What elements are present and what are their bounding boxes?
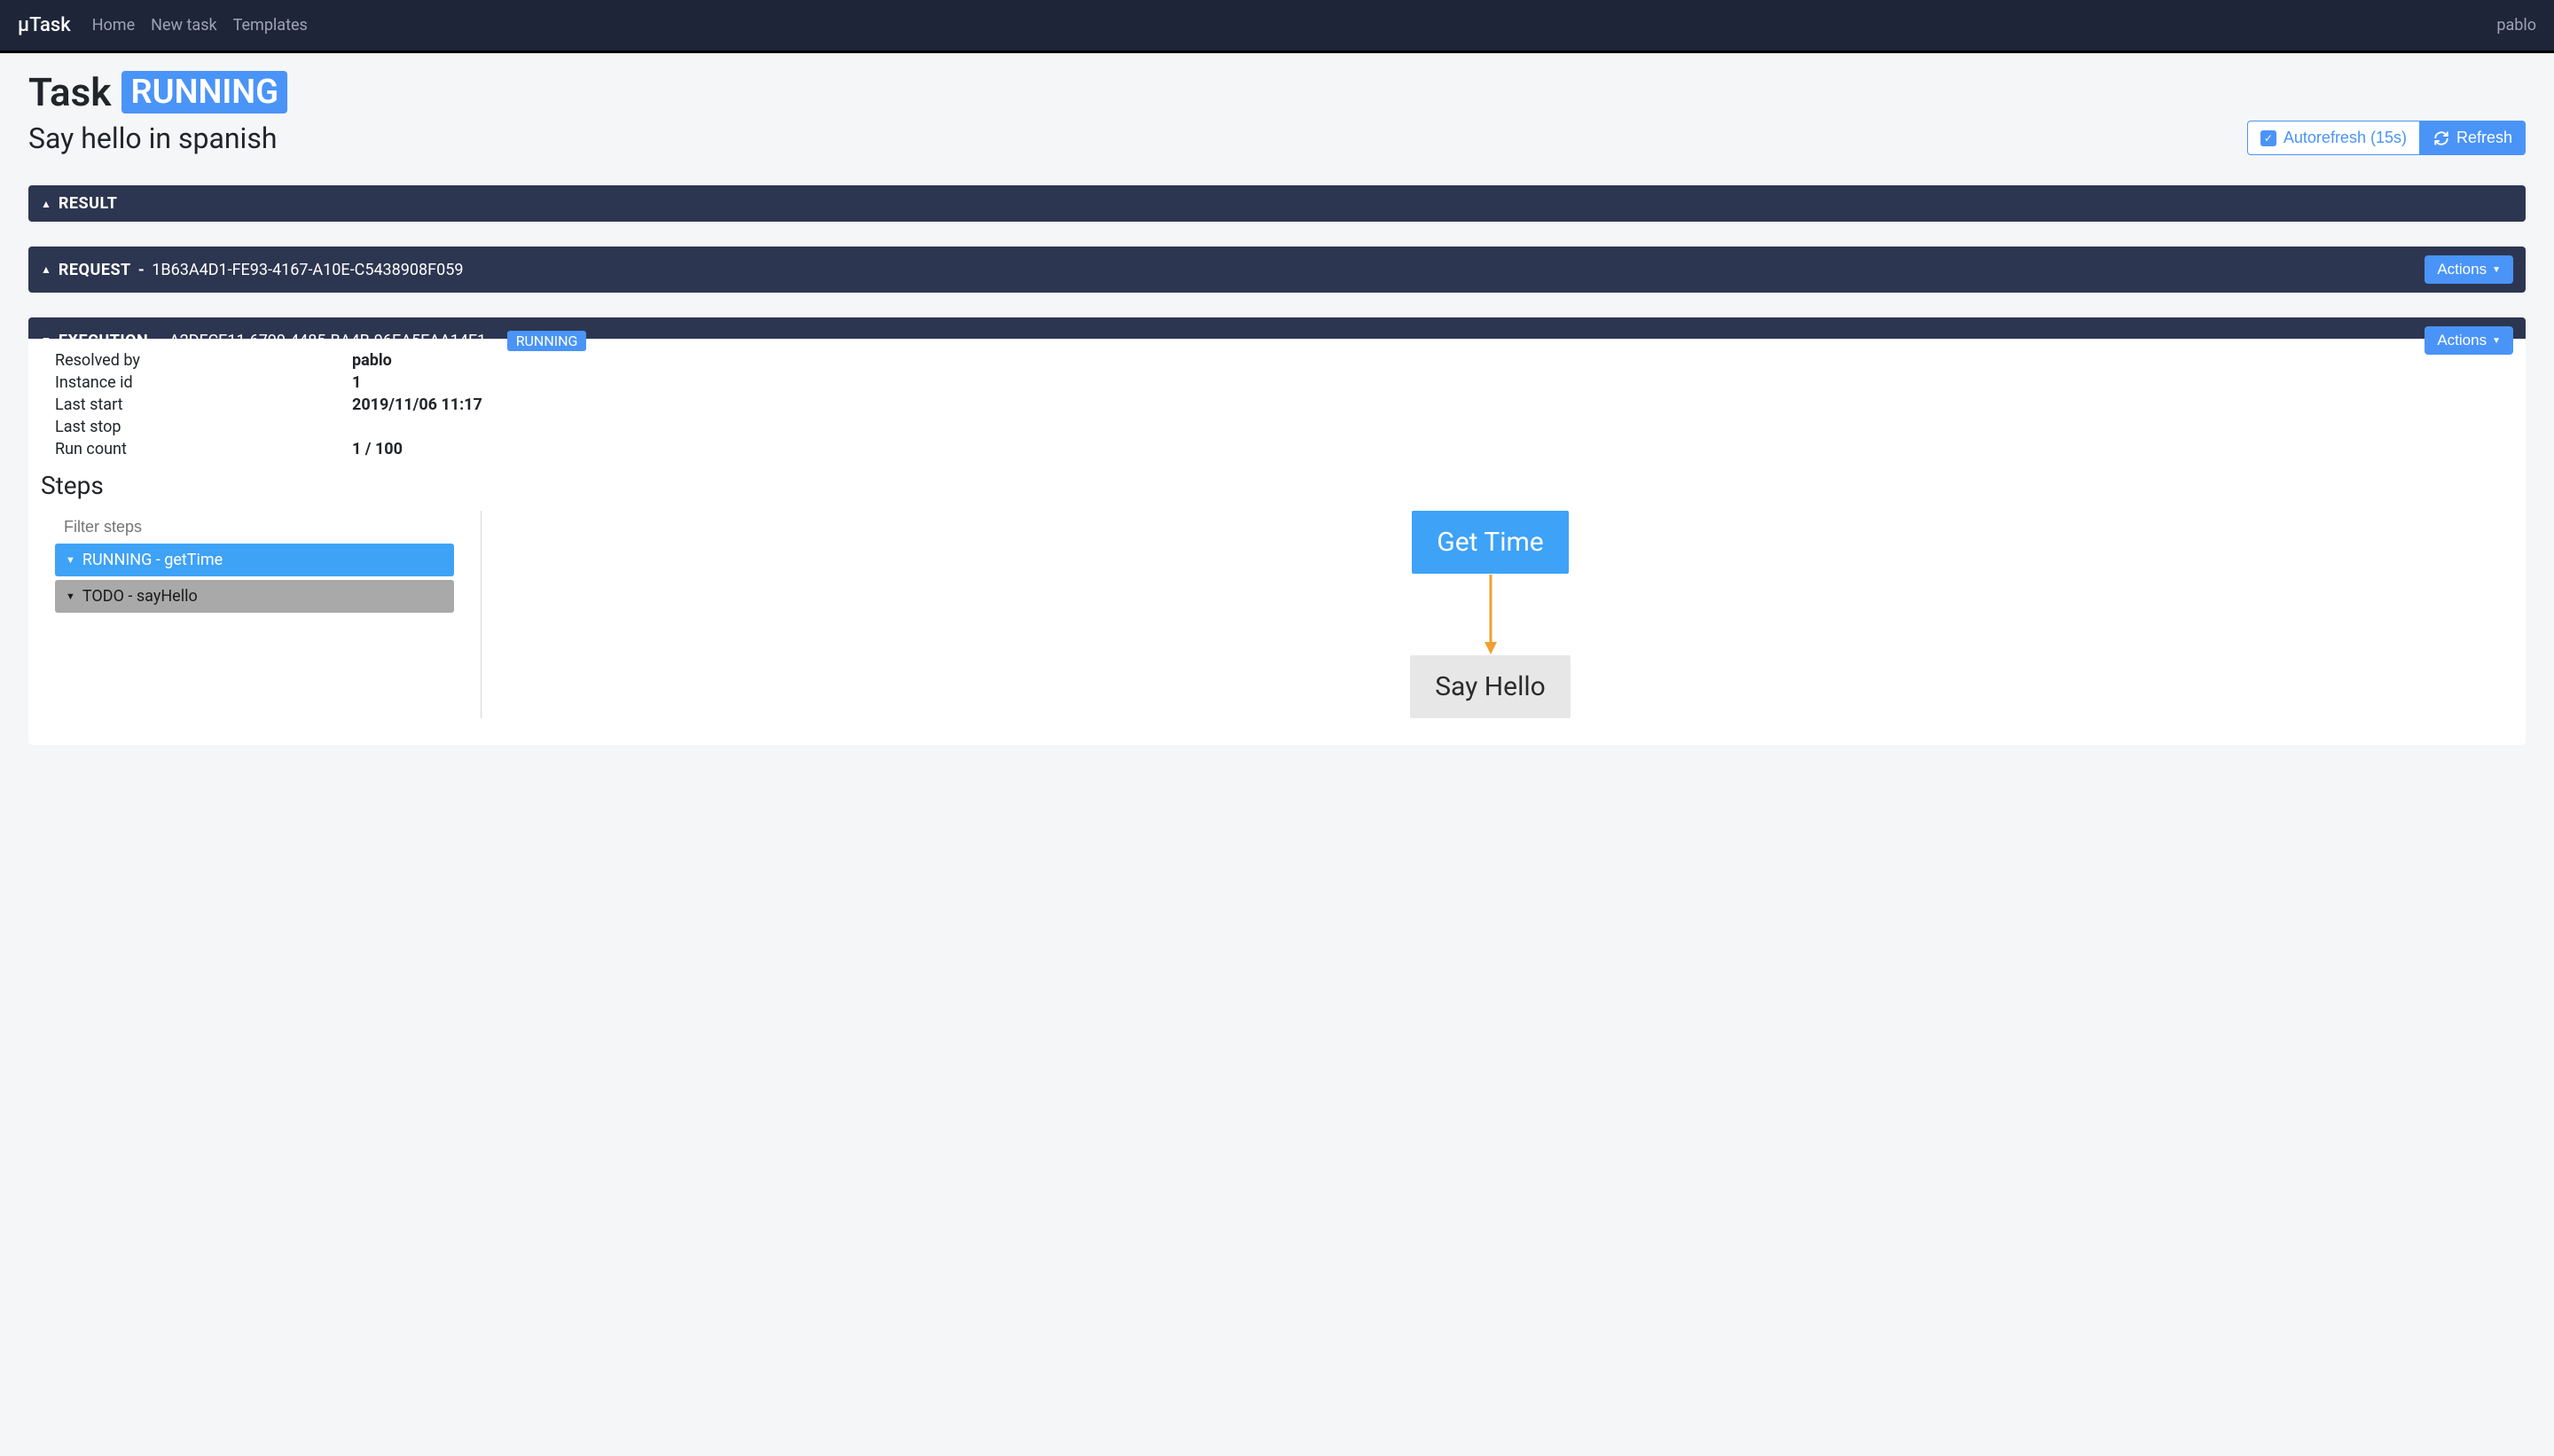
refresh-button[interactable]: Refresh (2420, 121, 2526, 155)
step-label: TODO - sayHello (82, 587, 198, 606)
autorefresh-toggle[interactable]: ✓ Autorefresh (15s) (2247, 121, 2420, 155)
steps-title: Steps (41, 471, 2499, 500)
actions-label: Actions (2437, 261, 2487, 278)
kv-last-stop: Last stop (55, 418, 2499, 436)
panel-execution-sep: - (155, 332, 162, 350)
caret-up-icon: ▲ (41, 198, 51, 210)
brand[interactable]: µTask (18, 14, 71, 36)
execution-actions-button[interactable]: Actions ▼ (2425, 326, 2513, 355)
check-icon: ✓ (2260, 130, 2276, 146)
nav-new-task[interactable]: New task (151, 16, 216, 35)
steps-list: ▼ RUNNING - getTime ▼ TODO - sayHello (55, 511, 454, 718)
arrow-down-icon (1482, 575, 1500, 654)
autorefresh-label: Autorefresh (15s) (2284, 129, 2407, 147)
kv-instance-id: Instance id 1 (55, 373, 2499, 392)
panel-execution-id: A2DFCE11-6799-4485-BA4B-96EA5EAA14F1 (169, 332, 486, 350)
refresh-label: Refresh (2456, 129, 2512, 147)
kv-last-start: Last start 2019/11/06 11:17 (55, 395, 2499, 414)
kv-run-count: Run count 1 / 100 (55, 440, 2499, 458)
caret-down-icon: ▼ (66, 554, 75, 566)
kv-resolved-by: Resolved by pablo (55, 351, 2499, 370)
navbar: µTask Home New task Templates pablo (0, 0, 2554, 53)
nav-home[interactable]: Home (92, 16, 135, 35)
step-label: RUNNING - getTime (82, 551, 223, 569)
panel-execution-sep2: - (493, 332, 500, 350)
panel-result-header[interactable]: ▲ RESULT (28, 185, 2526, 222)
panel-request-id: 1B63A4D1-FE93-4167-A10E-C5438908F059 (152, 261, 463, 279)
filter-steps-input[interactable] (55, 511, 454, 544)
refresh-icon (2433, 130, 2449, 146)
panel-execution-label: EXECUTION (59, 332, 148, 350)
status-badge: RUNNING (121, 71, 287, 114)
caret-down-icon: ▼ (2492, 336, 2501, 346)
execution-status-badge: RUNNING (507, 331, 587, 351)
execution-body: Resolved by pablo Instance id 1 Last sta… (28, 339, 2526, 745)
panel-request-sep: - (138, 261, 145, 279)
flow-node-gettime[interactable]: Get Time (1412, 511, 1568, 574)
step-item-sayhello[interactable]: ▼ TODO - sayHello (55, 580, 454, 613)
actions-label: Actions (2437, 332, 2487, 349)
page-title: Task (28, 69, 111, 115)
nav-templates[interactable]: Templates (233, 16, 308, 35)
caret-down-icon: ▼ (66, 591, 75, 602)
caret-down-icon: ▼ (41, 334, 51, 347)
flow-node-sayhello[interactable]: Say Hello (1410, 655, 1571, 718)
task-subtitle: Say hello in spanish (28, 121, 2247, 155)
flow-diagram: Get Time Say Hello (481, 511, 2499, 718)
request-actions-button[interactable]: Actions ▼ (2425, 255, 2513, 284)
step-item-gettime[interactable]: ▼ RUNNING - getTime (55, 544, 454, 576)
caret-down-icon: ▼ (2492, 265, 2501, 275)
panel-request-label: REQUEST (59, 261, 131, 279)
user-name[interactable]: pablo (2496, 16, 2536, 35)
panel-request-header[interactable]: ▲ REQUEST - 1B63A4D1-FE93-4167-A10E-C543… (28, 247, 2526, 293)
panel-result-label: RESULT (59, 194, 118, 213)
caret-up-icon: ▲ (41, 263, 51, 276)
